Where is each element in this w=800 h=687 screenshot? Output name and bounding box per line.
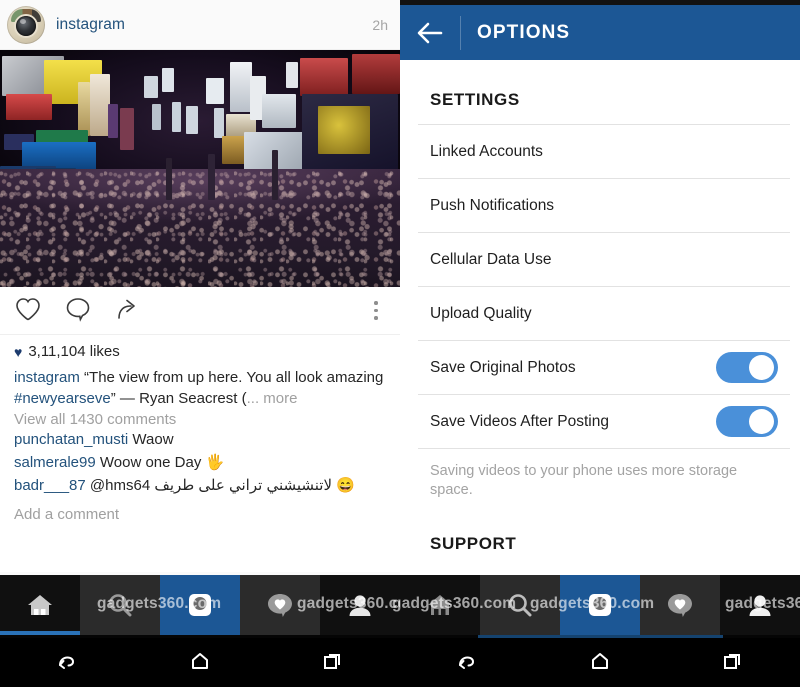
- storage-helper-text: Saving videos to your phone uses more st…: [430, 463, 738, 498]
- settings-row-save-original-photos[interactable]: Save Original Photos: [400, 341, 800, 394]
- header-divider: [460, 15, 461, 50]
- nav-home-icon[interactable]: [133, 635, 266, 687]
- app-screenshot: instagram 2h ♥ 3,11,104 likes instagram …: [0, 0, 800, 687]
- settings-row-label: Cellular Data Use: [430, 250, 552, 268]
- comment-emoji: 🖐: [205, 454, 225, 471]
- post-header: instagram 2h: [0, 0, 400, 50]
- comment-username[interactable]: punchatan_musti: [14, 431, 128, 448]
- list-item: salmerale99 Woow one Day 🖐: [14, 452, 386, 474]
- like-count-text: 3,11,104 likes: [28, 343, 120, 360]
- heart-filled-icon: ♥: [14, 343, 23, 360]
- comment-username[interactable]: salmerale99: [14, 454, 96, 471]
- settings-row-label: Save Videos After Posting: [430, 412, 609, 430]
- post-photo[interactable]: [0, 50, 400, 287]
- tab-profile[interactable]: [320, 575, 400, 635]
- nav-back-icon[interactable]: [0, 635, 133, 687]
- tab-bar-right: gadgets360.com gadgets360.com gadgets360…: [392, 575, 800, 635]
- nav-home-icon[interactable]: [533, 635, 666, 687]
- back-arrow-icon[interactable]: [414, 17, 446, 49]
- post-caption: instagram “The view from up here. You al…: [14, 367, 386, 409]
- options-panel: OPTIONS SETTINGS Linked Accounts Push No…: [400, 0, 800, 575]
- list-item: punchatan_musti Waow: [14, 429, 386, 451]
- android-nav-right: [400, 635, 800, 687]
- list-item: badr___87 @hms64 لاتنشيشني تراني على طري…: [14, 475, 386, 497]
- caption-text-part1: “The view from up here. You all look ama…: [84, 369, 384, 386]
- settings-row-save-videos-after-posting[interactable]: Save Videos After Posting: [400, 395, 800, 448]
- options-header: OPTIONS: [400, 5, 800, 60]
- nav-back-icon[interactable]: [400, 635, 533, 687]
- tab-search[interactable]: [480, 575, 560, 635]
- caption-text-part2: ” — Ryan Seacrest (: [110, 390, 247, 407]
- tab-profile[interactable]: [720, 575, 800, 635]
- heart-outline-icon[interactable]: [14, 296, 48, 326]
- support-section-label: SUPPORT: [430, 534, 517, 553]
- caption-username[interactable]: instagram: [14, 369, 80, 386]
- caption-more-link[interactable]: ... more: [247, 390, 298, 407]
- comment-emoji: 😄: [336, 477, 355, 494]
- settings-section-label: SETTINGS: [430, 90, 520, 109]
- add-comment-input[interactable]: Add a comment: [14, 506, 386, 523]
- page-title: OPTIONS: [477, 21, 571, 43]
- like-count: ♥ 3,11,104 likes: [14, 343, 386, 360]
- nav-recents-icon[interactable]: [267, 635, 400, 687]
- tab-camera[interactable]: [560, 575, 640, 635]
- post-actions: [0, 287, 400, 335]
- three-dots-vertical-icon[interactable]: [366, 301, 386, 320]
- tab-camera[interactable]: [160, 575, 240, 635]
- tab-home[interactable]: [0, 575, 80, 635]
- comment-username[interactable]: badr___87: [14, 477, 86, 494]
- post-meta: ♥ 3,11,104 likes instagram “The view fro…: [0, 335, 400, 572]
- settings-row-label: Linked Accounts: [430, 142, 543, 160]
- camera-lens-avatar[interactable]: [7, 5, 45, 44]
- instagram-feed-panel: instagram 2h ♥ 3,11,104 likes instagram …: [0, 0, 400, 575]
- save-original-photos-toggle[interactable]: [716, 352, 778, 383]
- save-videos-after-posting-toggle[interactable]: [716, 406, 778, 437]
- post-username[interactable]: instagram: [56, 16, 125, 34]
- share-arrow-icon[interactable]: [114, 296, 148, 326]
- comment-text: @hms64 لاتنشيشني تراني على طريف: [89, 477, 337, 494]
- comment-text: Woow one Day: [99, 454, 206, 471]
- settings-row-label: Push Notifications: [430, 196, 555, 214]
- android-nav-left: [0, 635, 400, 687]
- post-timestamp: 2h: [372, 16, 388, 33]
- comment-text: Waow: [132, 431, 174, 448]
- settings-row-upload-quality[interactable]: Upload Quality: [400, 287, 800, 340]
- tab-bars: gadgets360.com gadgets360.com gadgets360…: [0, 575, 800, 635]
- tab-activity[interactable]: [240, 575, 320, 635]
- android-navigation-bar: www.Romaak.ir: [0, 635, 800, 687]
- tab-home[interactable]: [400, 575, 480, 635]
- tab-activity[interactable]: [640, 575, 720, 635]
- settings-row-label: Save Original Photos: [430, 358, 576, 376]
- speech-bubble-icon[interactable]: [64, 296, 98, 326]
- tab-bar-left: gadgets360.com gadgets360.com: [0, 575, 421, 635]
- settings-row-label: Upload Quality: [430, 304, 532, 322]
- settings-row-cellular-data-use[interactable]: Cellular Data Use: [400, 233, 800, 286]
- settings-row-push-notifications[interactable]: Push Notifications: [400, 179, 800, 232]
- settings-row-linked-accounts[interactable]: Linked Accounts: [400, 125, 800, 178]
- tab-search[interactable]: [80, 575, 160, 635]
- nav-recents-icon[interactable]: [667, 635, 800, 687]
- caption-hashtag[interactable]: #newyearseve: [14, 390, 111, 407]
- view-all-comments-link[interactable]: View all 1430 comments: [14, 411, 386, 428]
